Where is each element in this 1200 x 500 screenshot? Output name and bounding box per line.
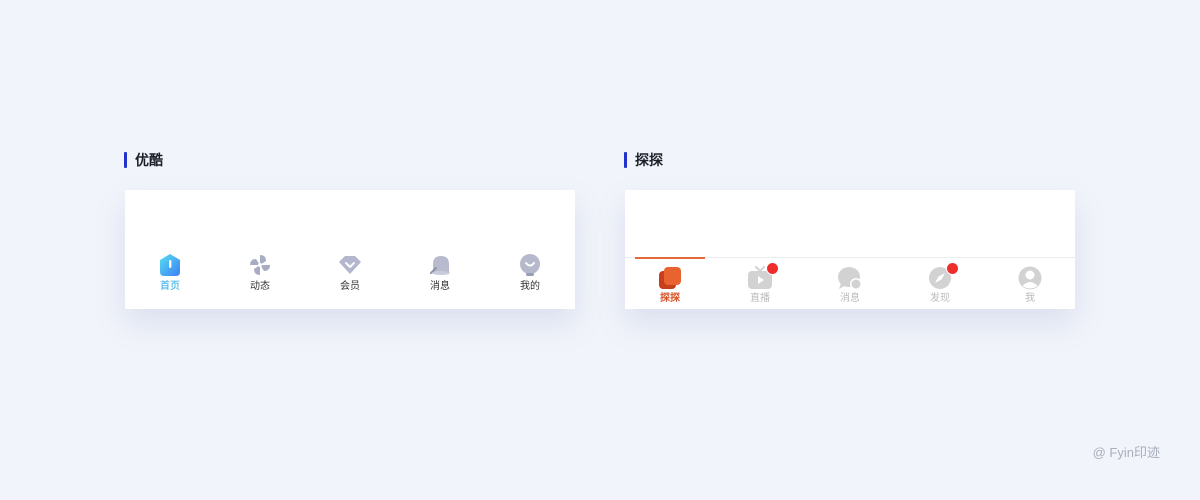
tantan-tab-me[interactable]: 我 — [985, 258, 1075, 305]
youku-tab-mine[interactable]: 我的 — [485, 252, 575, 293]
tantan-tab-label: 消息 — [840, 293, 860, 304]
tantan-tabbar-card: 探探 直播 消息 发现 我 — [625, 190, 1075, 309]
home-icon — [157, 252, 183, 278]
youku-tab-home[interactable]: 首页 — [125, 252, 215, 293]
notification-badge — [946, 262, 959, 275]
tantan-tab-discover[interactable]: 发现 — [895, 258, 985, 305]
user-icon — [1017, 265, 1043, 291]
tantan-tab-live[interactable]: 直播 — [715, 258, 805, 305]
youku-tab-messages[interactable]: 消息 — [395, 252, 485, 293]
youku-tab-label: 首页 — [160, 281, 180, 292]
youku-tab-label: 我的 — [520, 281, 540, 292]
profile-icon — [517, 252, 543, 278]
youku-tabbar: 首页 动态 会员 消息 我的 — [125, 252, 575, 293]
youku-tab-label: 消息 — [430, 281, 450, 292]
watermark: @ Fyin印迹 — [1092, 445, 1160, 460]
youku-tab-label: 动态 — [250, 281, 270, 292]
youku-section-title: 优酷 — [124, 150, 163, 170]
tantan-section-title: 探探 — [624, 150, 663, 170]
notification-badge — [766, 262, 779, 275]
tantan-tab-label: 我 — [1025, 293, 1035, 304]
youku-tab-vip[interactable]: 会员 — [305, 252, 395, 293]
cards-icon — [657, 265, 683, 291]
tantan-tab-label: 探探 — [660, 293, 680, 304]
active-tab-indicator — [635, 257, 705, 259]
youku-tab-label: 会员 — [340, 281, 360, 292]
tantan-tab-messages[interactable]: 消息 — [805, 258, 895, 305]
title-accent-bar — [124, 152, 127, 168]
diamond-icon — [337, 252, 363, 278]
tantan-tab-label: 发现 — [930, 293, 950, 304]
tantan-title-text: 探探 — [635, 153, 663, 169]
tantan-tabbar: 探探 直播 消息 发现 我 — [625, 257, 1075, 305]
pinwheel-icon — [247, 252, 273, 278]
title-accent-bar — [624, 152, 627, 168]
bell-icon — [427, 252, 453, 278]
tantan-tab-label: 直播 — [750, 293, 770, 304]
youku-tabbar-card: 首页 动态 会员 消息 我的 — [125, 190, 575, 309]
chat-bubble-icon — [837, 265, 863, 291]
tantan-tab-tantan[interactable]: 探探 — [625, 257, 715, 305]
youku-tab-dynamic[interactable]: 动态 — [215, 252, 305, 293]
youku-title-text: 优酷 — [135, 153, 163, 169]
